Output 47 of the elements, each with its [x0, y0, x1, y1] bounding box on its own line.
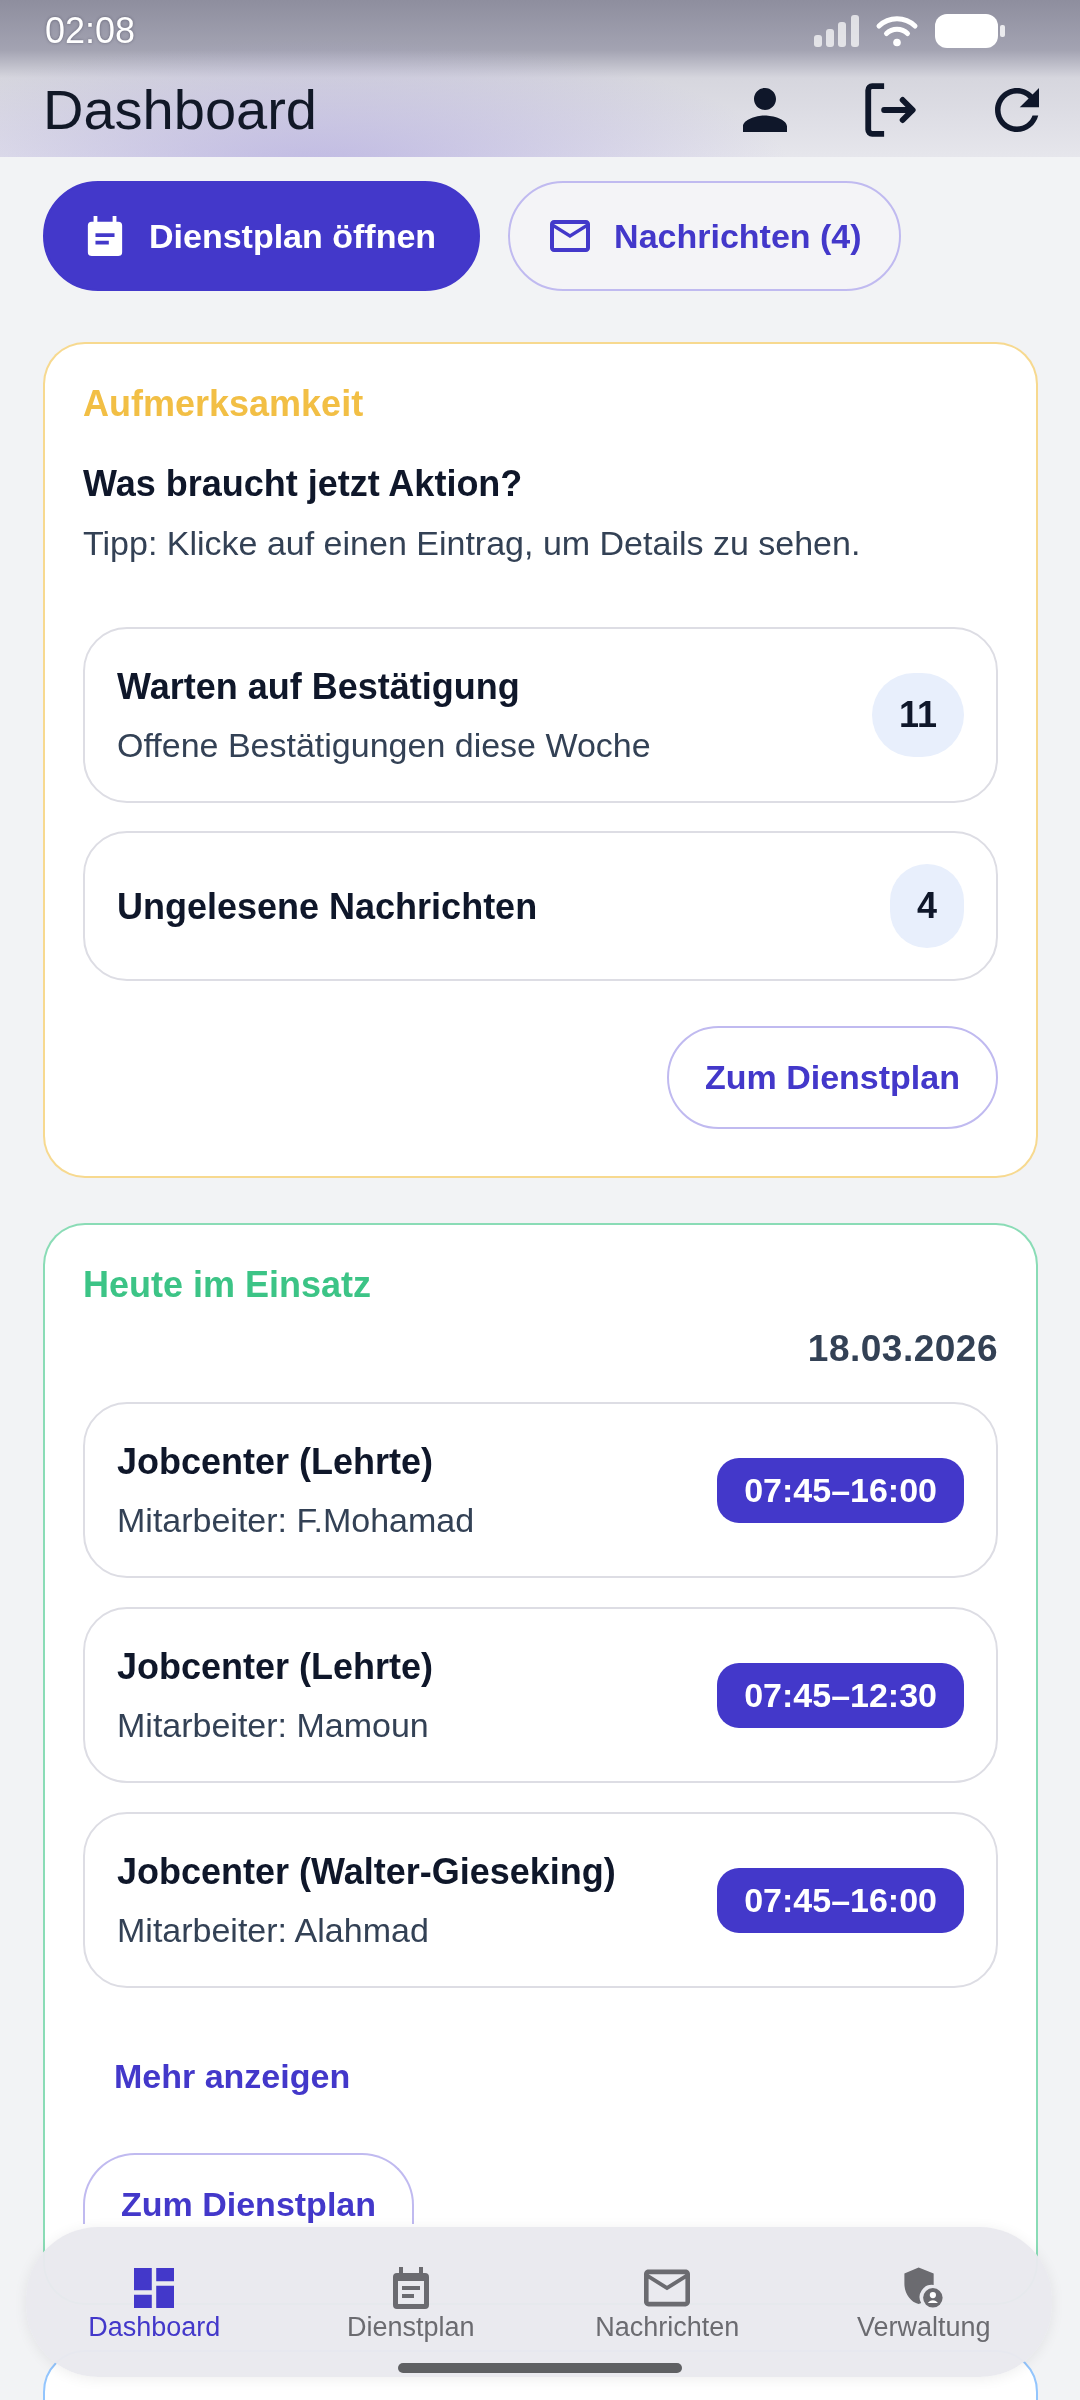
shift-employee: Mitarbeiter: Mamoun	[117, 1705, 430, 1746]
logout-icon[interactable]	[865, 82, 917, 137]
battery-icon	[935, 14, 1005, 48]
shift-location: Jobcenter (Walter-Gieseking)	[117, 1850, 616, 1893]
shift-time: 07:45–12:30	[717, 1662, 964, 1728]
nav-tab[interactable]: Dienstplan	[346, 2267, 475, 2343]
shift-location: Jobcenter (Lehrte)	[117, 1440, 435, 1483]
page-title: Dashboard	[43, 76, 317, 143]
shift-card[interactable]: Jobcenter (Walter-Gieseking) Mitarbeiter: Alahmad 07:45–16:00	[83, 1812, 998, 1988]
card-title: Heute im Einsatz	[83, 1263, 373, 1306]
nav-tab[interactable]: Dashboard	[88, 2267, 221, 2343]
messages-button[interactable]: Nachrichten (4)	[508, 181, 901, 291]
shield-person-icon	[903, 2267, 944, 2309]
roster-link-button[interactable]: Zum Dienstplan	[83, 2153, 415, 2224]
item-subtitle: Offene Bestätigungen diese Woche	[117, 725, 651, 766]
mail-icon	[550, 220, 591, 252]
mail-icon	[644, 2269, 691, 2307]
signal-icon	[814, 15, 859, 47]
calendar-icon	[87, 216, 123, 256]
attention-item[interactable]: Warten auf Bestätigung Offene Bestätigungen diese Woche 11	[83, 627, 998, 803]
card-heading: Was braucht jetzt Aktion?	[83, 462, 524, 505]
nav-tab[interactable]: Nachrichten	[595, 2267, 740, 2343]
dashboard-icon	[134, 2267, 175, 2309]
hint-text: Tipp: Klicke auf einen Eintrag, um Details zu sehen.	[83, 523, 862, 564]
show-more-link[interactable]: Mehr anzeigen	[83, 2036, 382, 2117]
nav-tab[interactable]: Verwaltung	[856, 2267, 991, 2343]
roster-button[interactable]: Dienstplan öffnen	[43, 181, 481, 291]
shift-time: 07:45–16:00	[717, 1457, 964, 1523]
status-time: 02:08	[45, 13, 136, 49]
shift-time: 07:45–16:00	[717, 1867, 964, 1933]
count-badge: 11	[871, 673, 964, 757]
calendar-icon	[390, 2267, 431, 2309]
refresh-icon[interactable]	[995, 87, 1039, 132]
shift-card[interactable]: Jobcenter (Lehrte) Mitarbeiter: F.Mohamad 07:45–16:00	[83, 1402, 998, 1578]
date-text: 18.03.2026	[807, 1327, 998, 1371]
person-icon[interactable]	[743, 87, 787, 132]
attention-item[interactable]: Ungelesene Nachrichten 4	[83, 831, 998, 981]
shift-card[interactable]: Jobcenter (Lehrte) Mitarbeiter: Mamoun 07:45–12:30	[83, 1607, 998, 1783]
card-title: Aufmerksamkeit	[83, 382, 365, 425]
shift-employee: Mitarbeiter: F.Mohamad	[117, 1500, 475, 1541]
wifi-icon	[875, 15, 919, 47]
item-title: Warten auf Bestätigung	[117, 665, 521, 708]
shift-employee: Mitarbeiter: Alahmad	[117, 1910, 430, 1951]
count-badge: 4	[889, 864, 964, 948]
roster-link-button[interactable]: Zum Dienstplan	[666, 1026, 998, 1129]
item-title: Ungelesene Nachrichten	[117, 885, 538, 928]
shift-location: Jobcenter (Lehrte)	[117, 1645, 434, 1688]
